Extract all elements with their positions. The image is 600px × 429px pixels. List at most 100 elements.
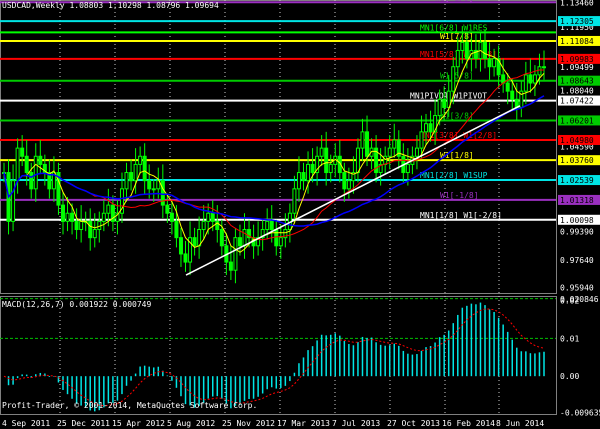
candle-body: [487, 58, 492, 68]
candle-body: [88, 220, 93, 239]
candle-body: [510, 90, 515, 100]
candle-body: [242, 229, 247, 247]
candle-body: [383, 155, 388, 165]
candle-body: [165, 204, 170, 214]
macd-axis-label: 0.02: [560, 297, 579, 306]
candle-body: [192, 237, 197, 247]
candle-body: [360, 131, 365, 149]
candle-body: [437, 98, 442, 117]
candle-body: [451, 66, 456, 92]
macd-axis-label: 0.01: [560, 334, 579, 343]
candle-body: [278, 237, 283, 247]
candle-body: [233, 237, 238, 271]
ohlc-values: 1.08803 1.10298 1.08796 1.09694: [69, 1, 219, 10]
candle-body: [169, 212, 174, 222]
time-axis-label: 27 Oct 2013: [387, 419, 440, 428]
candle-body: [101, 212, 106, 222]
candle-body: [15, 147, 20, 182]
price-axis-label: 0.95940: [560, 283, 594, 292]
candle-body: [138, 155, 143, 165]
candle-body: [201, 220, 206, 231]
time-axis-label: 7 Jul 2013: [332, 419, 380, 428]
symbol-label: USDCAD,Weekly: [2, 1, 65, 10]
copyright-footer: Profit-Trader, © 2001-2014, MetaQuotes S…: [2, 401, 258, 410]
candle-body: [142, 155, 147, 182]
price-axis-label: 0.97640: [560, 256, 594, 265]
candle-body: [92, 229, 97, 239]
symbol-header: USDCAD,Weekly 1.08803 1.10298 1.08796 1.…: [2, 1, 219, 10]
time-axis-label: 5 Aug 2012: [167, 419, 215, 428]
time-axis-label: 16 Feb 2014: [442, 419, 495, 428]
candle-body: [428, 123, 433, 133]
level-label: W1[+1/8]: [435, 0, 474, 2]
candle-body: [65, 212, 70, 222]
candle-body: [29, 172, 34, 190]
price-tag-text: 1.02539: [560, 176, 594, 185]
candle-body: [301, 172, 306, 182]
macd-header: MACD(12,26,7) 0.001922 0.000749: [2, 300, 152, 309]
price-tag-text: 1.01318: [560, 196, 594, 205]
price-tag-text: 1.00098: [560, 216, 594, 225]
time-axis-label: 8 Jun 2014: [496, 419, 544, 428]
level-label: MN1[1/8] W1[-2/8]: [420, 211, 502, 220]
price-tag-text: 1.12305: [560, 17, 594, 26]
price-chart[interactable]: W1[+1/8]MN1[6/8] W1RESW1[7/8]MN1[5/8] W1…: [0, 0, 600, 429]
chart-window[interactable]: W1[+1/8]MN1[6/8] W1RESW1[7/8]MN1[5/8] W1…: [0, 0, 600, 429]
candle-body: [129, 172, 134, 182]
level-label: W1[-1/8]: [440, 191, 479, 200]
candle-body: [310, 163, 315, 174]
candle-body: [292, 188, 297, 214]
candle-body: [265, 220, 270, 231]
candle-body: [70, 212, 75, 222]
price-axis-label: 0.99390: [560, 227, 594, 236]
candle-body: [424, 123, 429, 133]
candle-body: [455, 49, 460, 68]
candle-body: [24, 155, 29, 174]
time-axis-label: 25 Nov 2012: [222, 419, 275, 428]
candle-body: [355, 147, 360, 174]
candle-body: [174, 220, 179, 239]
price-tag-text: 1.03760: [560, 156, 594, 165]
candle-body: [328, 163, 333, 174]
candle-body: [219, 229, 224, 247]
candle-body: [492, 58, 497, 68]
macd-axis-label: -0.009635: [560, 409, 600, 418]
candle-body: [365, 131, 370, 157]
candle-body: [33, 155, 38, 190]
candle-body: [306, 163, 311, 182]
candle-body: [151, 188, 156, 191]
candle-body: [319, 147, 324, 157]
price-tag-text: 1.09983: [560, 55, 594, 64]
time-axis-label: 25 Dec 2011: [57, 419, 110, 428]
candle-body: [124, 172, 129, 190]
time-axis-label: 4 Sep 2011: [2, 419, 50, 428]
candle-body: [20, 147, 25, 157]
candle-body: [11, 180, 16, 222]
candle-body: [387, 147, 392, 157]
candle-body: [505, 82, 510, 92]
candle-body: [464, 41, 469, 60]
level-label: MN1[2/8] W1SUP: [420, 171, 488, 180]
candle-body: [528, 74, 533, 84]
candle-body: [106, 204, 111, 214]
candle-body: [133, 163, 138, 182]
candle-body: [269, 220, 274, 231]
candle-body: [274, 229, 279, 247]
candle-body: [537, 66, 542, 76]
candle-body: [296, 172, 301, 190]
price-tag-text: 1.07422: [560, 97, 594, 106]
time-axis-label: 17 Mar 2013: [277, 419, 330, 428]
candle-body: [206, 212, 211, 222]
main-panel-border: [0, 0, 557, 294]
candle-body: [542, 66, 546, 69]
candle-body: [324, 147, 329, 174]
candle-body: [178, 237, 183, 255]
candle-body: [197, 229, 202, 247]
candle-body: [346, 180, 351, 190]
price-axis-label: 1.08040: [560, 87, 594, 96]
candle-body: [532, 74, 537, 84]
time-axis-label: 15 Apr 2012: [112, 419, 165, 428]
candle-body: [419, 131, 424, 149]
candle-body: [147, 180, 152, 190]
price-tag-text: 1.06201: [560, 116, 594, 125]
